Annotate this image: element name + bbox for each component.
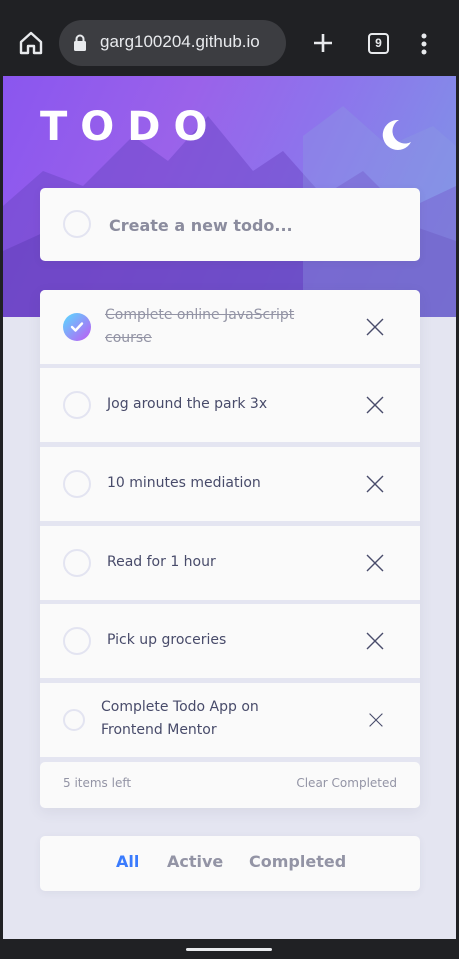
delete-icon[interactable] (365, 474, 385, 494)
todo-item[interactable]: Pick up groceries (40, 604, 420, 678)
home-gesture-bar[interactable] (186, 948, 272, 951)
todo-text: 10 minutes mediation (107, 475, 261, 491)
filter-all[interactable]: All (116, 852, 139, 871)
create-checkbox[interactable] (63, 210, 91, 238)
todo-checkbox[interactable] (63, 709, 85, 731)
todo-app: TODO Complete online JavaScript course J… (3, 76, 456, 939)
todo-text: Jog around the park 3x (107, 396, 268, 412)
app-title: TODO (40, 104, 221, 150)
delete-icon[interactable] (365, 317, 385, 337)
todo-checkbox[interactable] (63, 470, 91, 498)
more-menu-icon[interactable] (420, 32, 428, 56)
clear-completed-button[interactable]: Clear Completed (296, 776, 397, 790)
todo-item[interactable]: 10 minutes mediation (40, 447, 420, 521)
create-todo (40, 188, 420, 261)
delete-icon[interactable] (365, 395, 385, 415)
url-text: garg100204.github.io (100, 32, 260, 51)
filter-completed[interactable]: Completed (249, 852, 346, 871)
todo-text: Read for 1 hour (107, 554, 216, 570)
todo-text: Pick up groceries (107, 632, 227, 648)
tabs-icon[interactable]: 9 (368, 33, 389, 54)
todo-checkbox[interactable] (63, 549, 91, 577)
home-icon[interactable] (18, 30, 44, 56)
create-todo-input[interactable] (109, 210, 399, 240)
items-left-count: 5 items left (63, 776, 132, 790)
todo-text: Complete Todo App on Frontend Mentor (101, 699, 259, 738)
todo-item[interactable]: Jog around the park 3x (40, 368, 420, 442)
delete-icon[interactable] (368, 712, 384, 728)
todo-checkbox[interactable] (63, 627, 91, 655)
check-icon (70, 322, 84, 332)
todo-text: Complete online JavaScript course (105, 307, 295, 346)
todo-checkbox[interactable] (63, 313, 91, 341)
todo-item[interactable]: Complete Todo App on Frontend Mentor (40, 683, 420, 757)
moon-icon[interactable] (379, 118, 413, 152)
todo-list: Complete online JavaScript course Jog ar… (40, 290, 420, 808)
filter-bar: All Active Completed (40, 836, 420, 891)
address-bar[interactable]: garg100204.github.io (59, 20, 286, 66)
system-nav-bar (0, 939, 459, 959)
delete-icon[interactable] (365, 631, 385, 651)
browser-toolbar: garg100204.github.io 9 (0, 0, 459, 76)
delete-icon[interactable] (365, 553, 385, 573)
todo-item[interactable]: Complete online JavaScript course (40, 290, 420, 364)
lock-icon (74, 34, 86, 51)
new-tab-icon[interactable] (311, 31, 335, 55)
todo-checkbox[interactable] (63, 391, 91, 419)
todo-item[interactable]: Read for 1 hour (40, 526, 420, 600)
list-footer: 5 items left Clear Completed (40, 762, 420, 808)
tab-count: 9 (375, 36, 382, 50)
filter-active[interactable]: Active (167, 852, 223, 871)
